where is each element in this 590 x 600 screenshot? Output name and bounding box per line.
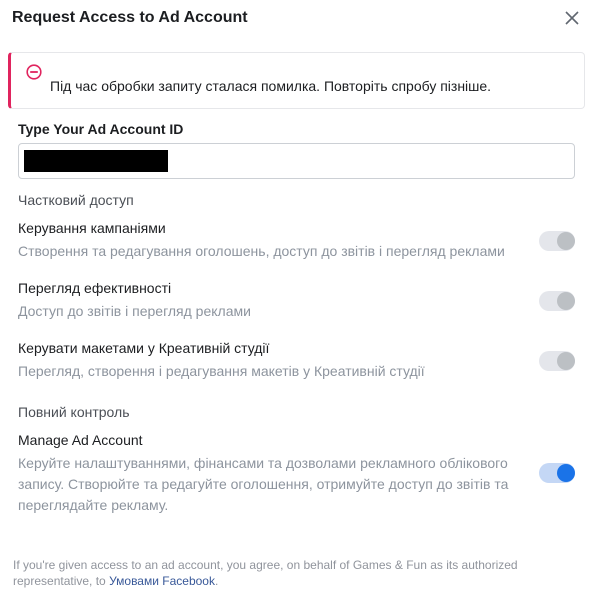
toggle-knob [557,232,575,250]
toggle-manage-ad-account[interactable] [539,463,575,483]
error-banner: Під час обробки запиту сталася помилка. … [8,52,585,109]
request-access-dialog: Request Access to Ad Account Під час обр… [0,0,590,600]
toggle-view-performance[interactable] [539,291,575,311]
dialog-title: Request Access to Ad Account [12,9,248,26]
permission-desc-creative-hub: Перегляд, створення і редагування макеті… [18,363,425,379]
terms-link[interactable]: Умовами Facebook [109,574,215,588]
toggle-knob [557,352,575,370]
toggle-creative-hub[interactable] [539,351,575,371]
permission-desc-manage-ad-account: Керуйте налаштуваннями, фінансами та доз… [18,455,509,513]
terms-text: If you're given access to an ad account,… [13,558,518,588]
permission-title-view-performance: Перегляд ефективності [18,280,172,296]
close-button[interactable] [564,8,580,28]
permission-desc-manage-campaigns: Створення та редагування оголошень, дост… [18,243,505,259]
toggle-manage-campaigns[interactable] [539,231,575,251]
toggle-knob [557,464,575,482]
full-control-heading: Повний контроль [18,404,130,420]
redacted-value [24,150,168,172]
close-icon [565,11,579,25]
terms-period: . [214,574,219,588]
permission-title-manage-ad-account: Manage Ad Account [18,432,143,448]
permission-desc-view-performance: Доступ до звітів і перегляд реклами [18,303,251,319]
error-circle-icon [26,64,42,80]
permission-title-manage-campaigns: Керування кампаніями [18,220,166,236]
account-id-label: Type Your Ad Account ID [18,121,184,137]
toggle-knob [557,292,575,310]
error-message: Під час обробки запиту сталася помилка. … [50,78,492,94]
partial-access-heading: Частковий доступ [18,192,134,208]
permission-title-creative-hub: Керувати макетами у Креативній студії [18,340,270,356]
terms-notice: If you're given access to an ad account,… [13,557,533,589]
